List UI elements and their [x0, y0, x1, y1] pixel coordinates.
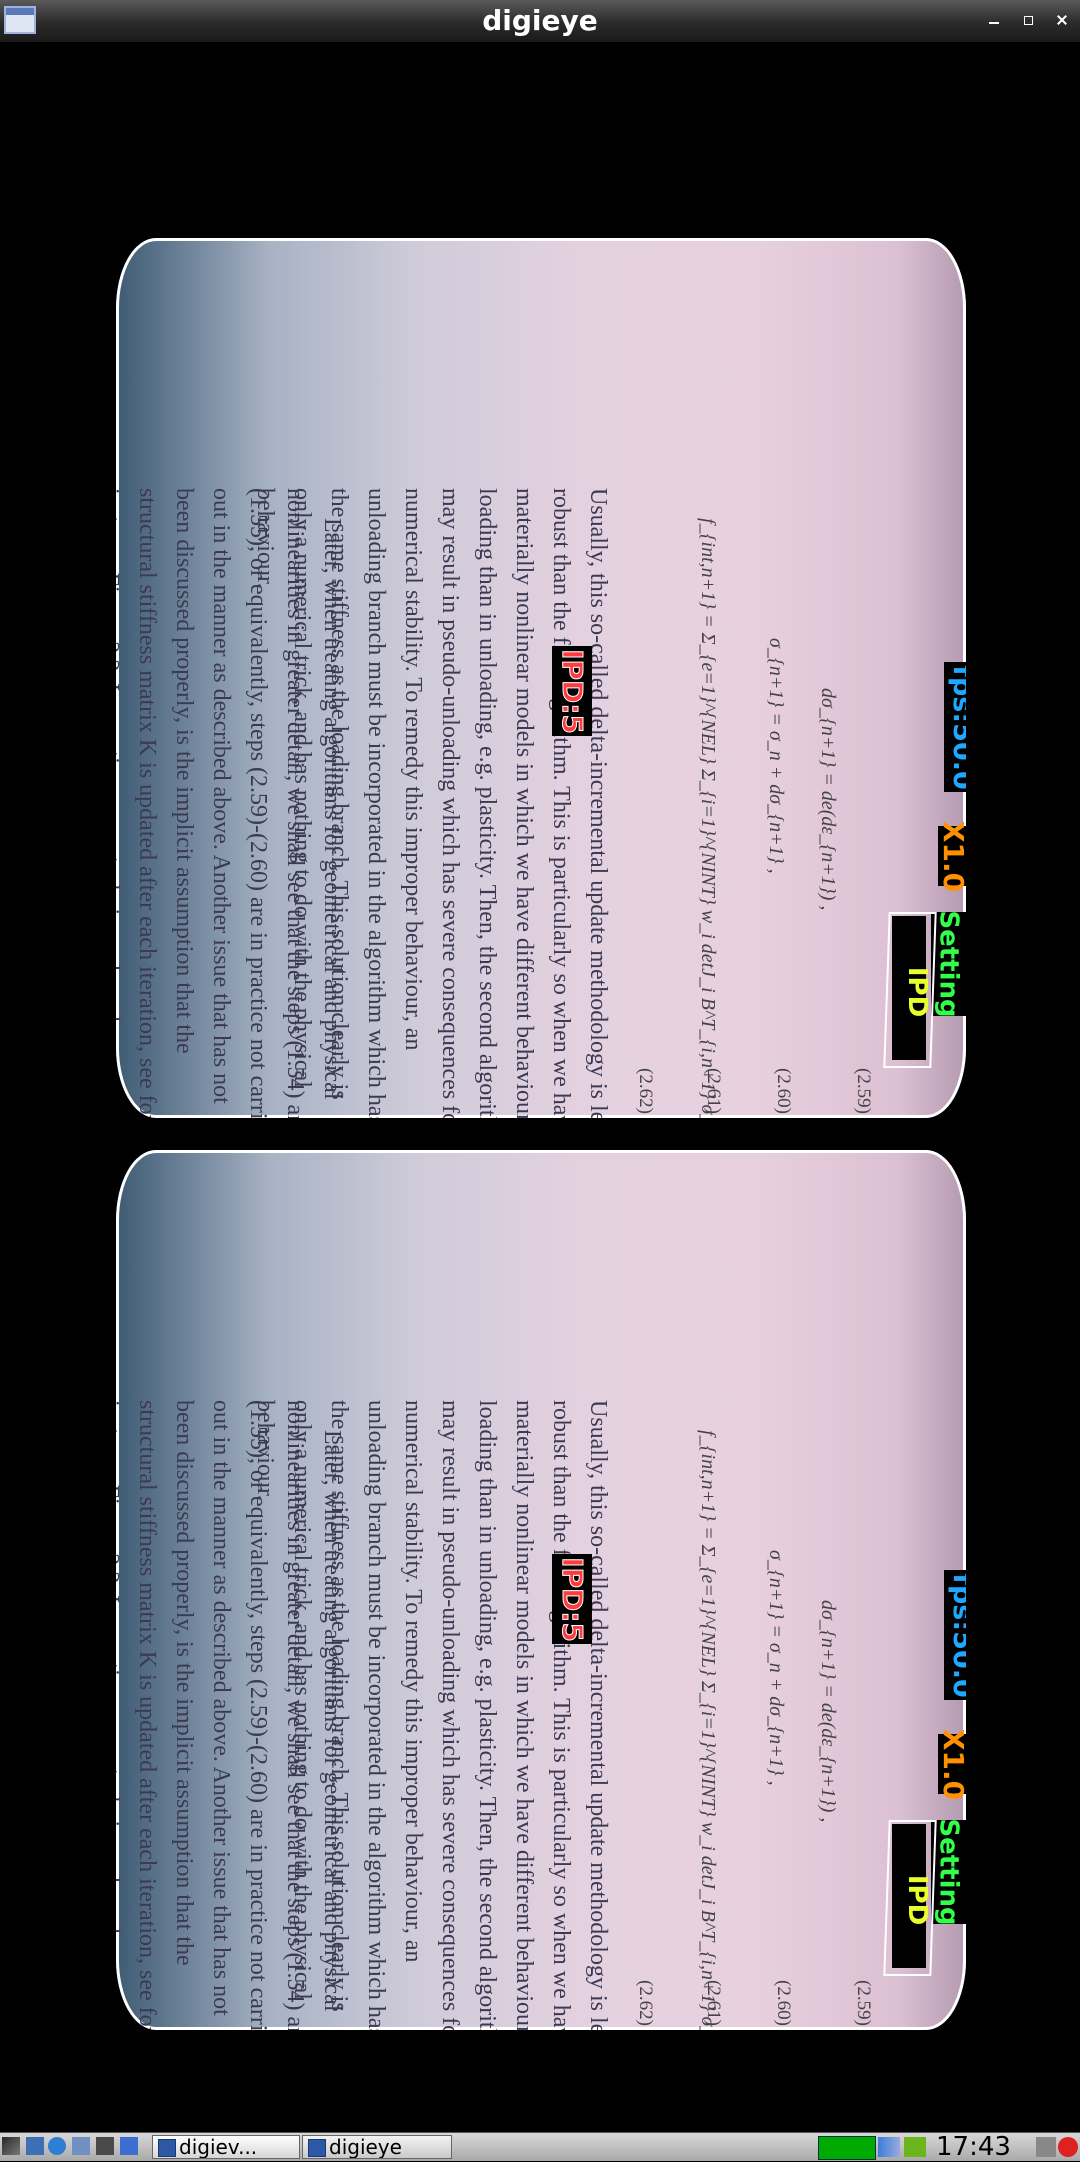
- equation: dσ_{n+1} = de(dε_{n+1}) ,: [817, 1600, 839, 1823]
- fps-counter: fps:50.0: [944, 662, 966, 792]
- document-page: dσ_{n+1} = de(dε_{n+1}) , (2.59) σ_{n+1}…: [116, 338, 886, 1118]
- keyboard-icon[interactable]: [1036, 2137, 1056, 2157]
- paragraph: Later, when treating algorithms for geom…: [116, 488, 345, 1118]
- nvidia-icon[interactable]: [904, 2137, 926, 2157]
- close-button[interactable]: [1050, 10, 1074, 30]
- minimize-button[interactable]: [982, 10, 1006, 30]
- show-desktop-icon[interactable]: [26, 2137, 44, 2155]
- equation-number: (2.59): [853, 1068, 874, 1114]
- clock[interactable]: 17:43: [936, 2133, 1036, 2161]
- window-title: digieye: [482, 4, 598, 37]
- signal-icon[interactable]: [878, 2137, 900, 2157]
- equation-number: (2.62): [635, 1980, 656, 2026]
- start-menu-icon[interactable]: [2, 2137, 20, 2155]
- equation-number: (2.60): [773, 1068, 794, 1114]
- equation-number: (2.61): [703, 1980, 724, 2026]
- maximize-button[interactable]: [1016, 10, 1040, 30]
- left-eye-view: dσ_{n+1} = de(dε_{n+1}) , (2.59) σ_{n+1}…: [116, 238, 966, 1118]
- equation-number: (2.61): [703, 1068, 724, 1114]
- setting-button[interactable]: Setting: [931, 910, 966, 1018]
- document-page: dσ_{n+1} = de(dε_{n+1}) , (2.59) σ_{n+1}…: [116, 1250, 886, 2030]
- ipd-adjust-button[interactable]: IPD: [892, 916, 932, 1060]
- setting-button[interactable]: Setting: [931, 1818, 966, 1926]
- title-bar: digieye: [0, 0, 1080, 43]
- workspace-icon[interactable]: [120, 2137, 138, 2155]
- ipd-value-label: IPD:5: [552, 1554, 592, 1644]
- network-monitor-icon[interactable]: [818, 2136, 876, 2160]
- equation-number: (2.62): [635, 1068, 656, 1114]
- taskbar-window-button[interactable]: digieye: [302, 2135, 452, 2159]
- zoom-button[interactable]: X1.0: [938, 1728, 966, 1800]
- equation: f_{int,n+1} = Σ_{e=1}^{NEL} Σ_{i=1}^{NIN…: [697, 1430, 719, 2030]
- ipd-value-label: IPD:5: [552, 646, 592, 736]
- equation: σ_{n+1} = σ_n + dσ_{n+1} ,: [765, 1550, 787, 1786]
- taskbar: digiev... digieye 17:43: [0, 2132, 1080, 2161]
- ipd-adjust-button[interactable]: IPD: [892, 1824, 932, 1968]
- equation-number: (2.60): [773, 1980, 794, 2026]
- fps-counter: fps:50.0: [944, 1570, 966, 1700]
- power-icon[interactable]: [1058, 2137, 1078, 2157]
- paragraph: Later, when treating algorithms for geom…: [116, 1400, 345, 2030]
- equation: σ_{n+1} = σ_n + dσ_{n+1} ,: [765, 638, 787, 874]
- equation: dσ_{n+1} = de(dε_{n+1}) ,: [817, 688, 839, 911]
- equation-number: (2.59): [853, 1980, 874, 2026]
- zoom-button[interactable]: X1.0: [938, 820, 966, 892]
- equation: f_{int,n+1} = Σ_{e=1}^{NEL} Σ_{i=1}^{NIN…: [697, 518, 719, 1118]
- taskbar-window-button[interactable]: digiev...: [152, 2135, 300, 2159]
- file-manager-icon[interactable]: [72, 2137, 90, 2155]
- browser-icon[interactable]: [48, 2137, 66, 2155]
- right-eye-view: dσ_{n+1} = de(dε_{n+1}) , (2.59) σ_{n+1}…: [116, 1150, 966, 2030]
- terminal-icon[interactable]: [96, 2137, 114, 2155]
